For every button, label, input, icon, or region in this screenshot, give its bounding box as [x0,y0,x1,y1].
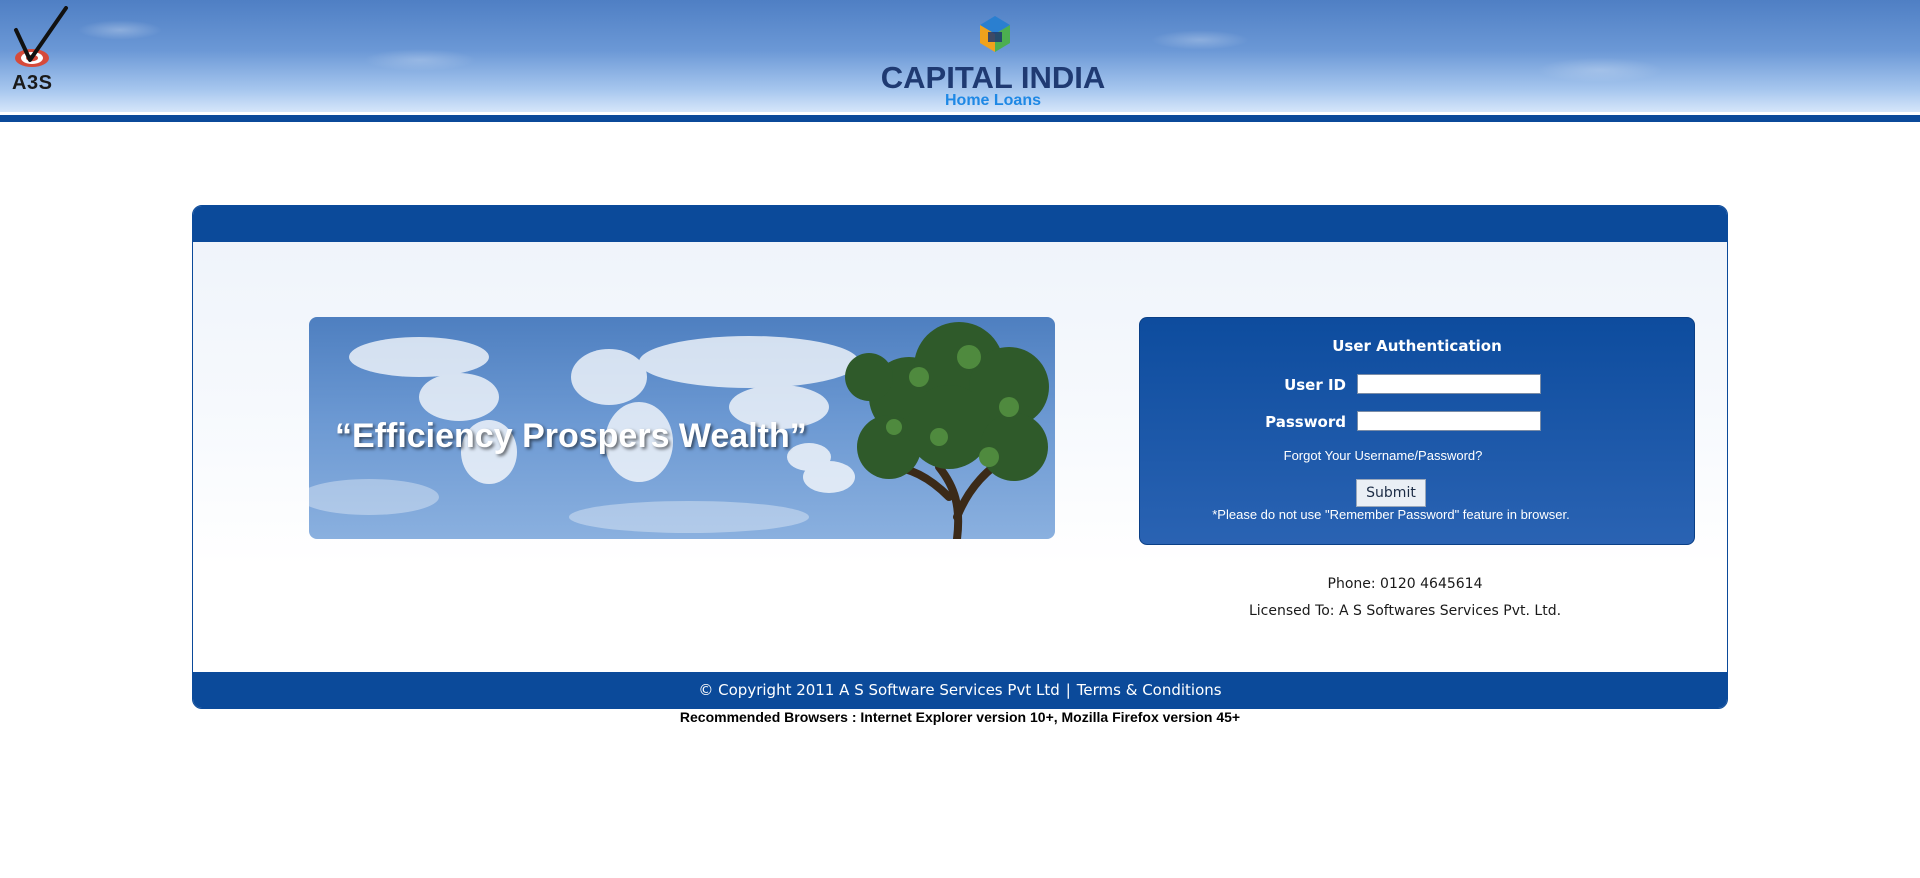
terms-conditions-link[interactable]: Terms & Conditions [1077,681,1222,699]
contact-phone: Phone: 0120 4645614 [1327,576,1483,592]
tagline-banner: “Efficiency Prospers Wealth” [309,317,1055,539]
user-id-label: User ID [1284,376,1346,394]
brand-subtitle: Home Loans [944,92,1041,109]
copyright-text: © Copyright 2011 A S Software Services P… [698,681,1060,699]
licensed-to: Licensed To: A S Softwares Services Pvt.… [1248,603,1562,619]
user-authentication-box: User Authentication User ID Password For… [1139,317,1695,545]
password-input[interactable] [1357,411,1541,431]
brand-name: CAPITAL INDIA [880,60,1106,95]
footer-separator: | [1065,681,1071,699]
header-banner: A3S CAPITAL INDIA Home Loans [0,0,1920,112]
panel-footer-bar: © Copyright 2011 A S Software Services P… [193,672,1727,708]
panel-top-bar [193,206,1727,242]
header-divider-blue [0,115,1920,122]
a3s-logo-text: A3S [12,72,53,94]
remember-password-note: *Please do not use "Remember Password" f… [1212,507,1570,522]
login-panel: “Efficiency Prospers Wealth” User Authen… [192,205,1728,709]
forgot-credentials-link[interactable]: Forgot Your Username/Password? [1140,448,1626,463]
password-label: Password [1265,413,1346,431]
user-id-input[interactable] [1357,374,1541,394]
capital-india-logo: CAPITAL INDIA Home Loans [878,14,1118,114]
submit-button[interactable]: Submit [1356,479,1426,507]
capital-india-mark-icon [980,16,1010,52]
auth-title: User Authentication [1332,337,1502,355]
recommended-browsers-note: Recommended Browsers : Internet Explorer… [679,709,1241,725]
banner-tagline: “Efficiency Prospers Wealth” [335,417,807,455]
